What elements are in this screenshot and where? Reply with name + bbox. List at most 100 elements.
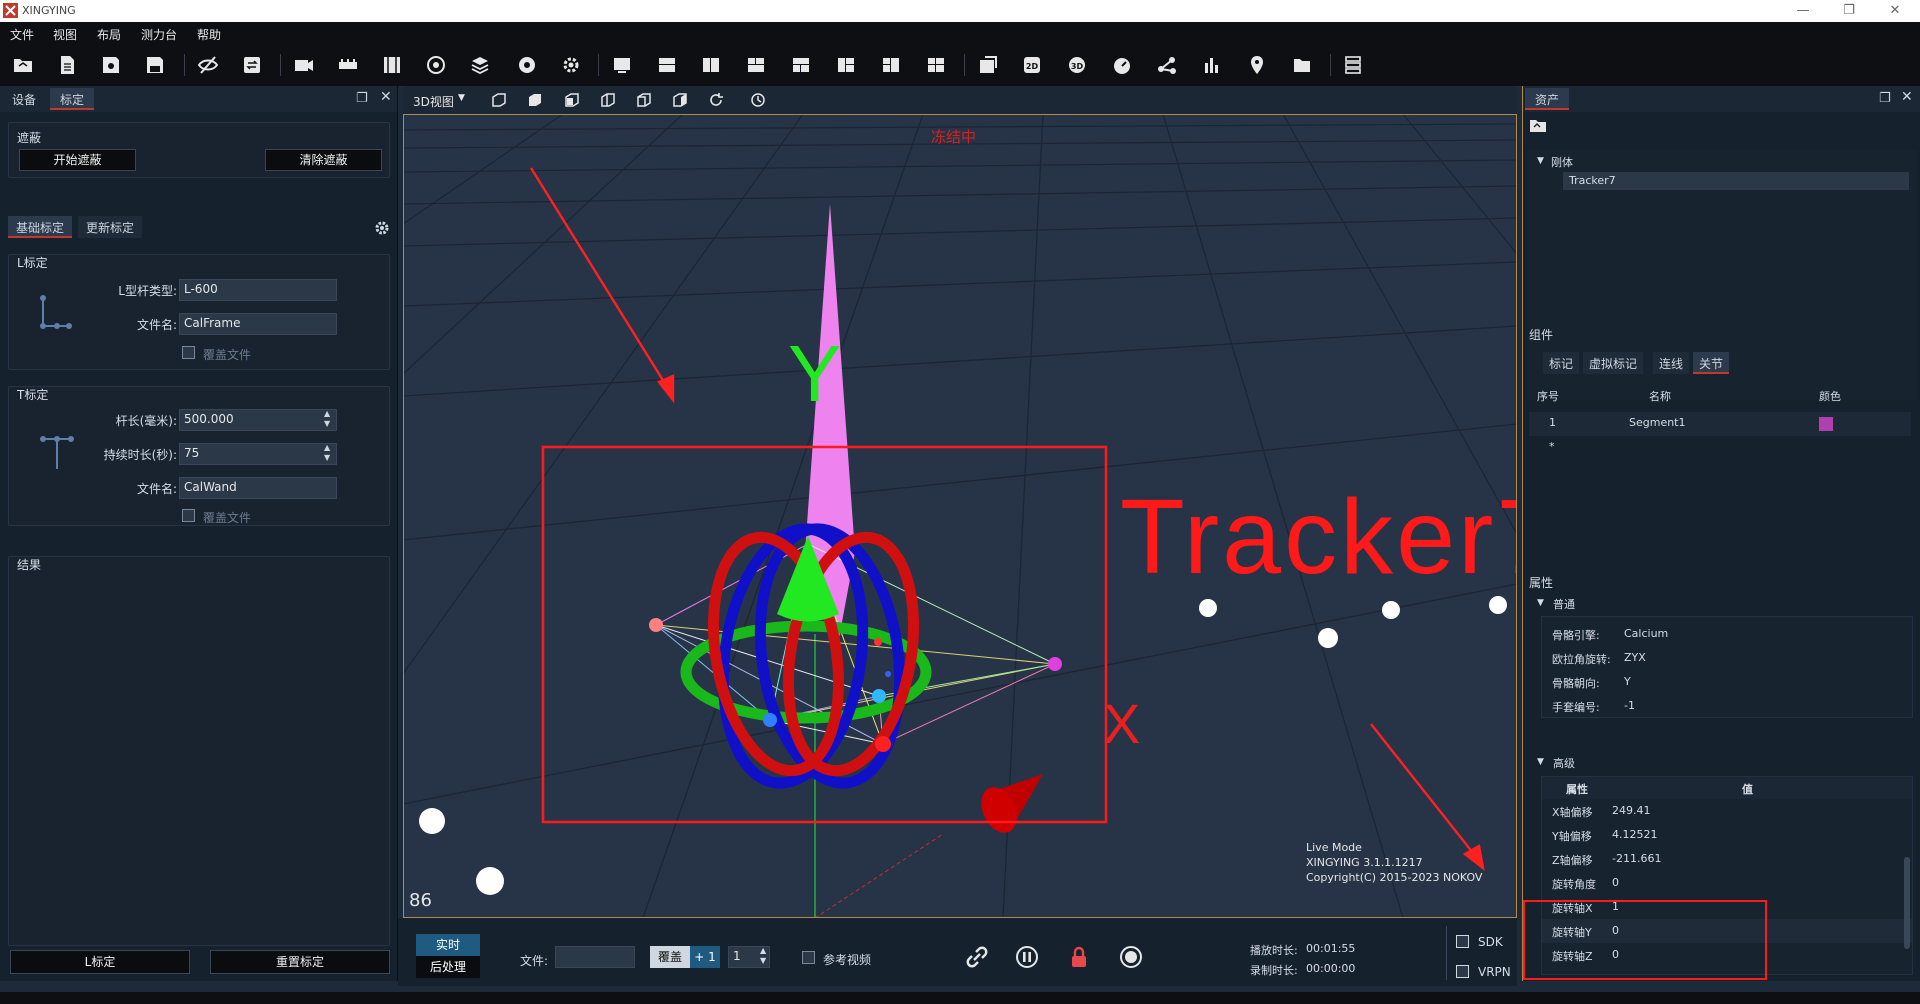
view-3d-icon[interactable]: 3D [1064, 52, 1090, 78]
adv-value[interactable]: 249.41 [1612, 804, 1651, 817]
minimize-button[interactable]: — [1788, 2, 1818, 20]
expand-arrow-icon[interactable]: ▼ [1537, 598, 1544, 608]
record-button-icon[interactable] [1118, 944, 1144, 970]
tab-update-calibration[interactable]: 更新标定 [78, 216, 143, 238]
layout-three-icon[interactable] [788, 52, 814, 78]
settings-gear-icon[interactable] [558, 52, 584, 78]
layout-right-icon[interactable] [878, 52, 904, 78]
adv-row[interactable]: 旋转角度 0 [1542, 871, 1912, 895]
link-icon[interactable] [964, 944, 990, 970]
close-button[interactable]: ✕ [1880, 2, 1910, 20]
l-overwrite-checkbox[interactable] [182, 346, 195, 359]
3d-viewport[interactable]: 冻结中 Y X Tracker7 86 Live Mode XINGYING 3… [403, 114, 1517, 918]
layers-icon[interactable] [467, 52, 493, 78]
tab-markers[interactable]: 标记 [1543, 352, 1580, 374]
start-mask-button[interactable]: 开始遮蔽 [19, 149, 136, 171]
view-2d-icon[interactable]: 2D [1019, 52, 1045, 78]
float-panel-icon[interactable]: ❐ [356, 91, 368, 106]
save-icon[interactable] [98, 52, 124, 78]
location-pin-icon[interactable] [1244, 52, 1270, 78]
reset-calibration-button[interactable]: 重置标定 [210, 950, 390, 974]
refresh-icon[interactable] [708, 92, 724, 108]
broadcast-icon[interactable] [514, 52, 540, 78]
open-folder-icon[interactable] [10, 52, 36, 78]
general-section-title[interactable]: 普通 [1553, 596, 1575, 612]
t-duration-spinbox[interactable]: 75 [179, 443, 337, 465]
row-color-swatch[interactable] [1819, 417, 1833, 431]
speedometer-icon[interactable] [1109, 52, 1135, 78]
tab-device[interactable]: 设备 [2, 88, 46, 110]
layout-hsplit-icon[interactable] [654, 52, 680, 78]
expand-arrow-icon[interactable]: ▼ [1537, 757, 1544, 767]
adv-value[interactable]: -211.661 [1612, 852, 1661, 865]
camera-icon[interactable] [291, 52, 317, 78]
chevron-down-icon[interactable]: ▼ [458, 93, 465, 103]
t-duration-spin-arrows-icon[interactable]: ▲ ▼ [324, 443, 330, 463]
float-panel-icon[interactable]: ❐ [1879, 91, 1891, 106]
tab-virtual-markers[interactable]: 虚拟标记 [1583, 352, 1644, 374]
tree-item-selected[interactable]: Tracker7 [1563, 172, 1909, 190]
film-icon[interactable] [379, 52, 405, 78]
tab-assets[interactable]: 资产 [1525, 88, 1570, 110]
clear-mask-button[interactable]: 清除遮蔽 [265, 149, 382, 171]
adv-row[interactable]: Z轴偏移 -211.661 [1542, 847, 1912, 871]
tab-basic-calibration[interactable]: 基础标定 [8, 216, 73, 238]
adv-value[interactable]: 4.12521 [1612, 828, 1658, 841]
layout-grid-icon[interactable] [923, 52, 949, 78]
l-calibrate-button[interactable]: L标定 [10, 950, 190, 974]
table-row[interactable]: 1 Segment1 [1529, 412, 1911, 436]
tree-root-rigidbody[interactable]: 刚体 [1551, 154, 1573, 170]
menu-forceplate[interactable]: 测力台 [141, 26, 177, 43]
view-mode-dropdown[interactable]: 3D视图 [413, 93, 454, 110]
advanced-section-title[interactable]: 高级 [1553, 755, 1575, 771]
prop-value[interactable]: ZYX [1624, 651, 1646, 664]
menu-help[interactable]: 帮助 [197, 26, 221, 43]
adv-value[interactable]: 0 [1612, 876, 1619, 889]
reset-view-icon[interactable] [750, 92, 766, 108]
scrollbar-thumb[interactable] [1904, 857, 1910, 949]
realtime-button[interactable]: 实时 [416, 934, 480, 956]
t-length-spin-arrows-icon[interactable]: ▲ ▼ [324, 409, 330, 429]
prop-value[interactable]: -1 [1624, 699, 1635, 712]
device-icon[interactable] [335, 52, 361, 78]
file-field[interactable] [555, 946, 635, 968]
view-iso-icon[interactable] [600, 92, 616, 108]
bar-chart-icon[interactable] [1199, 52, 1225, 78]
expand-arrow-icon[interactable]: ▼ [1537, 156, 1544, 166]
layout-quad-icon[interactable] [743, 52, 769, 78]
sync-icon[interactable] [239, 52, 265, 78]
prop-value[interactable]: Y [1624, 675, 1631, 688]
list-icon[interactable] [1340, 52, 1366, 78]
layout-vsplit-icon[interactable] [698, 52, 724, 78]
adv-row[interactable]: Y轴偏移 4.12521 [1542, 823, 1912, 847]
tab-joints[interactable]: 关节 [1693, 352, 1730, 374]
l-type-field[interactable]: L-600 [179, 279, 337, 301]
plus-one-button[interactable]: + 1 [690, 946, 720, 968]
view-right-icon[interactable] [672, 92, 688, 108]
l-filename-field[interactable]: CalFrame [179, 313, 337, 335]
folder-icon[interactable] [1289, 52, 1315, 78]
view-side-icon[interactable] [564, 92, 580, 108]
skeleton-icon[interactable] [1154, 52, 1180, 78]
record-icon[interactable] [423, 52, 449, 78]
view-top-icon[interactable] [527, 92, 543, 108]
prop-value[interactable]: Calcium [1624, 627, 1668, 640]
t-overwrite-checkbox[interactable] [182, 509, 195, 522]
t-length-spinbox[interactable]: 500.000 [179, 409, 337, 431]
vrpn-checkbox[interactable] [1456, 965, 1469, 978]
menu-file[interactable]: 文件 [10, 26, 34, 43]
adv-row[interactable]: X轴偏移 249.41 [1542, 799, 1912, 823]
hide-icon[interactable] [195, 52, 221, 78]
view-back-icon[interactable] [636, 92, 652, 108]
sdk-checkbox[interactable] [1456, 935, 1469, 948]
overwrite-button[interactable]: 覆盖 [650, 946, 690, 968]
postprocess-button[interactable]: 后处理 [416, 956, 480, 978]
layout-left-icon[interactable] [833, 52, 859, 78]
close-panel-icon[interactable]: ✕ [380, 89, 392, 105]
menu-view[interactable]: 视图 [53, 26, 77, 43]
layout-single-icon[interactable] [609, 52, 635, 78]
tab-calibration[interactable]: 标定 [50, 88, 95, 110]
table-row[interactable]: * [1529, 436, 1911, 460]
increment-spin-arrows-icon[interactable]: ▲ ▼ [760, 946, 766, 966]
open-folder-icon[interactable] [1529, 118, 1547, 134]
